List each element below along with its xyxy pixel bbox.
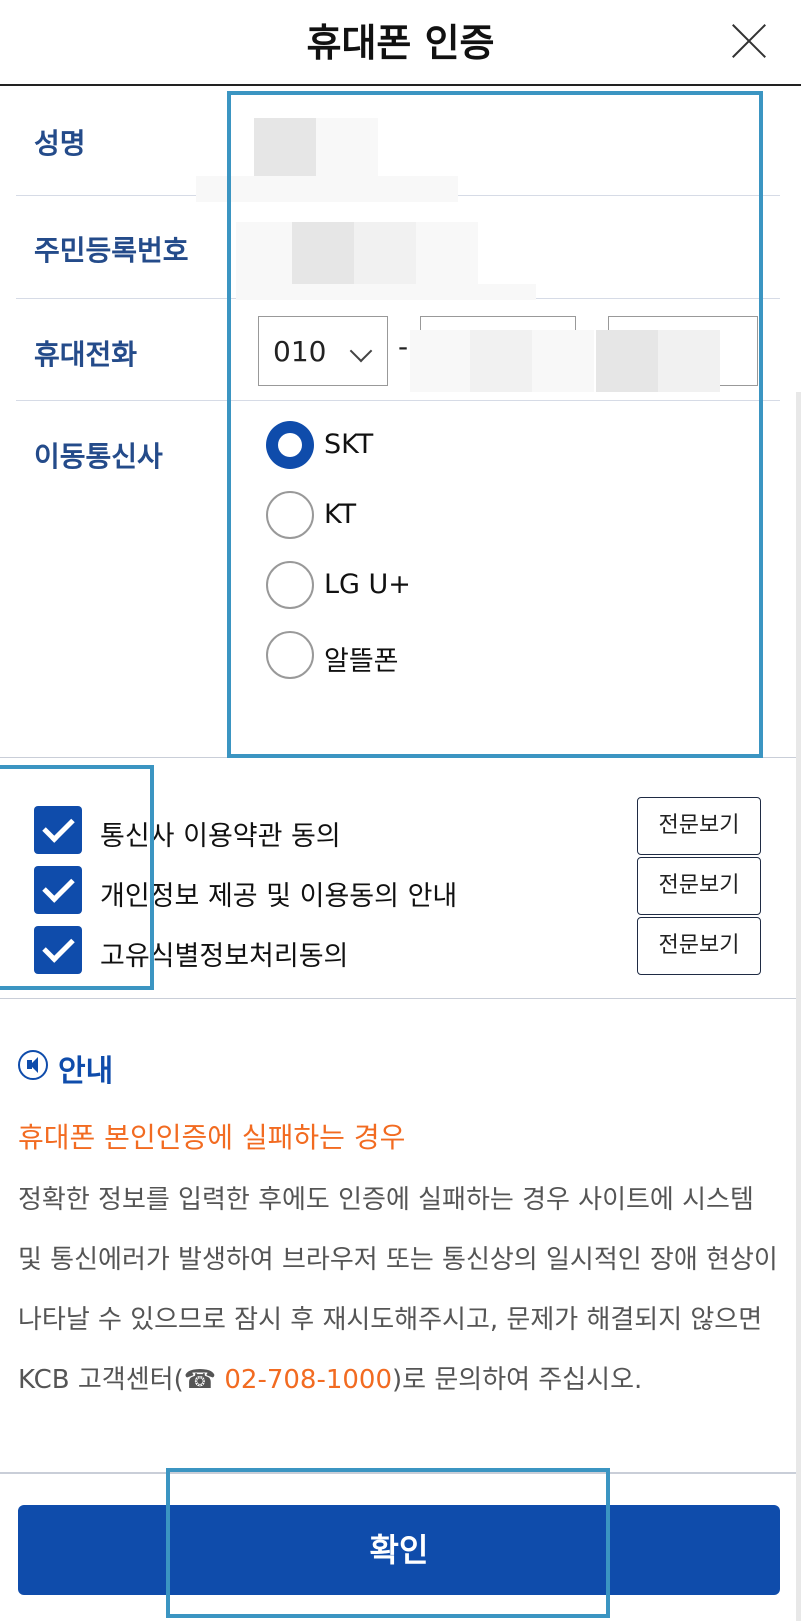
agreement-row-privacy: 개인정보 제공 및 이용동의 안내 전문보기 — [34, 857, 774, 915]
radio-unselected-icon — [266, 631, 314, 679]
notice-body-text: 정확한 정보를 입력한 후에도 인증에 실패하는 경우 사이트에 시스템 및 통… — [18, 1185, 778, 1395]
notice-header: 안내 — [18, 1046, 318, 1089]
phone-middle-redacted-c — [532, 330, 594, 392]
close-icon[interactable] — [728, 20, 770, 62]
agreement-row-unique-id: 고유식별정보처리동의 전문보기 — [34, 917, 774, 975]
radio-selected-icon — [266, 421, 314, 469]
confirm-button[interactable]: 확인 — [18, 1505, 780, 1595]
header: 휴대폰 인증 — [0, 0, 801, 86]
view-full-text-button[interactable]: 전문보기 — [637, 917, 761, 975]
carrier-radio-kt[interactable]: KT — [266, 491, 586, 541]
carrier-radio-label: LG U+ — [324, 569, 411, 600]
radio-unselected-icon — [266, 491, 314, 539]
ssn-value-redacted-c — [354, 222, 416, 284]
carrier-radio-lgu[interactable]: LG U+ — [266, 561, 586, 611]
checkbox-checked-icon[interactable] — [34, 866, 82, 914]
agreement-label: 개인정보 제공 및 이용동의 안내 — [100, 881, 458, 912]
radio-unselected-icon — [266, 561, 314, 609]
phone-middle-redacted — [410, 330, 470, 392]
phone-last-redacted-b — [658, 330, 720, 392]
carrier-radio-label: KT — [324, 499, 357, 530]
notice-body: 정확한 정보를 입력한 후에도 인증에 실패하는 경우 사이트에 시스템 및 통… — [18, 1170, 786, 1410]
phone-prefix-select[interactable]: 010 — [258, 316, 388, 386]
ssn-value-redacted — [236, 222, 292, 284]
carrier-label: 이동통신사 — [34, 440, 163, 473]
ssn-value-redacted-d — [416, 222, 478, 284]
phone-separator: - — [398, 330, 409, 363]
view-full-text-button[interactable]: 전문보기 — [637, 857, 761, 915]
speaker-icon — [18, 1050, 48, 1080]
phone-last-redacted — [596, 330, 658, 392]
name-value-redacted — [254, 118, 316, 176]
name-value-redacted-b — [316, 118, 378, 176]
scrollbar-track[interactable] — [796, 392, 801, 1621]
phone-label: 휴대전화 — [34, 338, 138, 371]
agreements-section: 통신사 이용약관 동의 전문보기 개인정보 제공 및 이용동의 안내 전문보기 … — [0, 757, 801, 999]
checkbox-checked-icon[interactable] — [34, 926, 82, 974]
chevron-down-icon — [349, 339, 373, 363]
agreement-label: 통신사 이용약관 동의 — [100, 821, 341, 852]
notice-body-text-end: )로 문의하여 주십시오. — [392, 1365, 643, 1395]
ssn-value-redacted-e — [236, 284, 536, 300]
page-title: 휴대폰 인증 — [306, 21, 495, 65]
carrier-radio-skt[interactable]: SKT — [266, 421, 586, 471]
carrier-radio-label: 알뜰폰 — [324, 646, 399, 677]
view-full-text-button[interactable]: 전문보기 — [637, 797, 761, 855]
notice-title: 안내 — [58, 1054, 114, 1089]
agreement-row-carrier-terms: 통신사 이용약관 동의 전문보기 — [34, 797, 774, 855]
name-label: 성명 — [34, 127, 86, 160]
phone-icon: ☎ — [183, 1365, 217, 1395]
carrier-radio-label: SKT — [324, 429, 374, 460]
notice-subtitle: 휴대폰 본인인증에 실패하는 경우 — [18, 1121, 406, 1154]
support-phone-number[interactable]: 02-708-1000 — [224, 1365, 392, 1395]
phone-middle-redacted-b — [470, 330, 532, 392]
phone-prefix-value: 010 — [273, 335, 327, 368]
ssn-label: 주민등록번호 — [34, 234, 189, 267]
checkbox-checked-icon[interactable] — [34, 806, 82, 854]
ssn-value-redacted-b — [292, 222, 354, 284]
bottom-divider — [0, 1472, 801, 1474]
agreement-label: 고유식별정보처리동의 — [100, 941, 349, 972]
carrier-radio-mvno[interactable]: 알뜰폰 — [266, 631, 586, 681]
